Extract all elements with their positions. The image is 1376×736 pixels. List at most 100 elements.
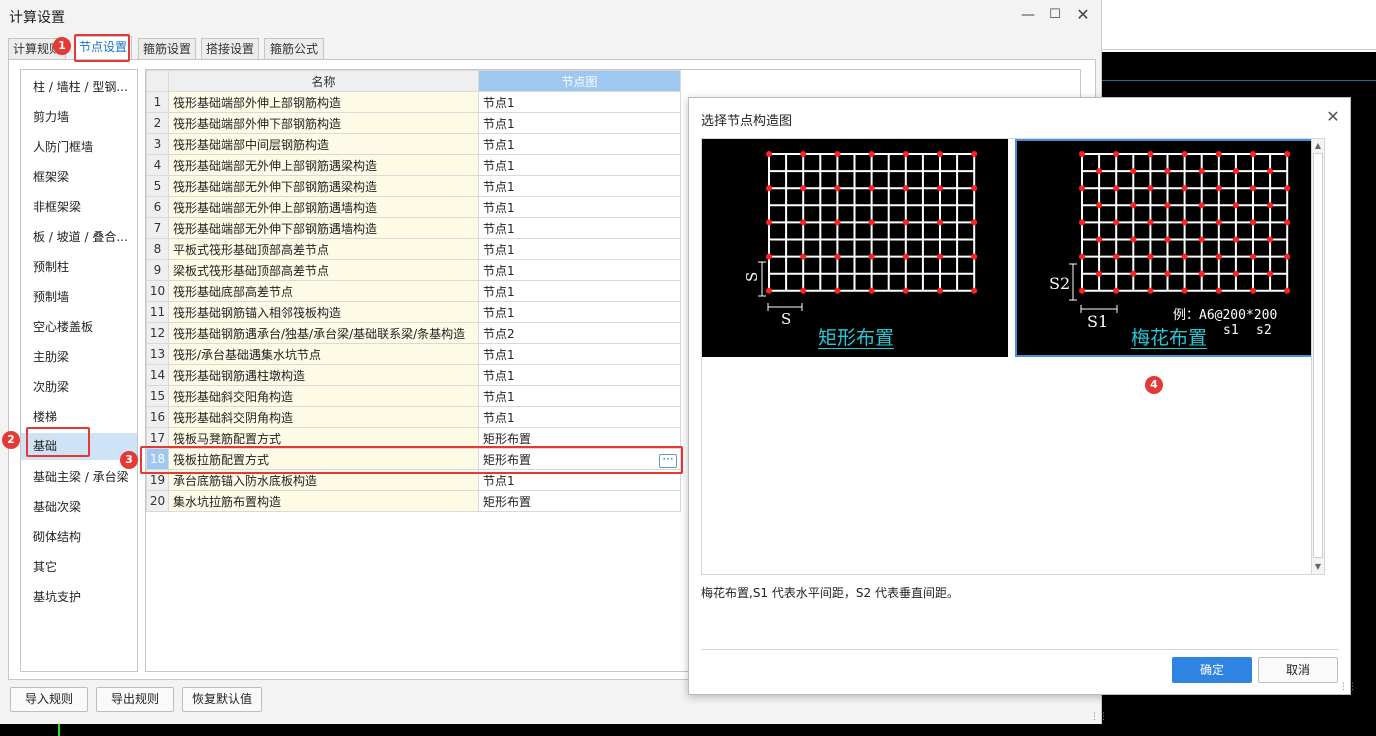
table-row[interactable]: 10 筏形基础底部高差节点 节点1 [146,280,681,302]
row-name-cell[interactable]: 集水坑拉筋布置构造 [168,490,479,512]
table-row[interactable]: 17 筏板马凳筋配置方式 矩形布置 [146,427,681,449]
rect-tie-point [834,185,841,192]
sidebar-item-main-rib-beam[interactable]: 主肋梁 [21,344,137,371]
table-row[interactable]: 9 梁板式筏形基础顶部高差节点 节点1 [146,259,681,281]
row-node-cell[interactable]: 矩形布置 ··· [478,448,681,470]
row-name-cell[interactable]: 筏形基础钢筋遇柱墩构造 [168,364,479,386]
table-row[interactable]: 14 筏形基础钢筋遇柱墩构造 节点1 [146,364,681,386]
row-name-cell[interactable]: 筏形基础斜交阴角构造 [168,406,479,428]
scrollbar-thumb[interactable] [1313,153,1323,558]
row-node-cell[interactable]: 节点1 [478,406,681,428]
tab-stirrup-settings[interactable]: 箍筋设置 [138,38,196,60]
row-node-cell[interactable]: 节点1 [478,91,681,113]
row-node-cell[interactable]: 节点1 [478,385,681,407]
row-node-cell[interactable]: 节点1 [478,217,681,239]
row-name-cell[interactable]: 筏形基础底部高差节点 [168,280,479,302]
table-row[interactable]: 11 筏形基础钢筋锚入相邻筏板构造 节点1 [146,301,681,323]
sidebar-item-precast-column[interactable]: 预制柱 [21,254,137,281]
table-row[interactable]: 8 平板式筏形基础顶部高差节点 节点1 [146,238,681,260]
sidebar-item-foundation-main-beam[interactable]: 基础主梁 / 承台梁 [21,464,137,491]
diagram-rectangular-option[interactable]: S S 矩形布置 [702,139,1008,357]
cancel-button[interactable]: 取消 [1258,657,1338,683]
row-name-cell[interactable]: 筏形基础端部外伸上部钢筋构造 [168,91,479,113]
table-row[interactable]: 5 筏形基础端部无外伸下部钢筋遇梁构造 节点1 [146,175,681,197]
row-node-cell[interactable]: 节点2 [478,322,681,344]
import-rules-button[interactable]: 导入规则 [10,687,88,712]
row-node-cell[interactable]: 节点1 [478,301,681,323]
row-name-cell[interactable]: 筏形基础端部外伸下部钢筋构造 [168,112,479,134]
row-node-cell[interactable]: 节点1 [478,112,681,134]
restore-defaults-button[interactable]: 恢复默认值 [182,687,262,712]
dialog-close-icon[interactable]: ✕ [1323,107,1343,126]
row-name-cell[interactable]: 筏形/承台基础遇集水坑节点 [168,343,479,365]
sidebar-item-frame-beam[interactable]: 框架梁 [21,164,137,191]
row-name-cell[interactable]: 筏形基础端部中间层钢筋构造 [168,133,479,155]
table-row[interactable]: 12 筏形基础钢筋遇承台/独基/承台梁/基础联系梁/条基构造 节点2 [146,322,681,344]
row-node-cell[interactable]: 节点1 [478,364,681,386]
table-row[interactable]: 7 筏形基础端部无外伸下部钢筋遇墙构造 节点1 [146,217,681,239]
export-rules-button[interactable]: 导出规则 [96,687,174,712]
table-row[interactable]: 2 筏形基础端部外伸下部钢筋构造 节点1 [146,112,681,134]
table-row[interactable]: 1 筏形基础端部外伸上部钢筋构造 节点1 [146,91,681,113]
row-name-cell[interactable]: 梁板式筏形基础顶部高差节点 [168,259,479,281]
sidebar-item-non-frame-beam[interactable]: 非框架梁 [21,194,137,221]
row-name-cell[interactable]: 筏形基础钢筋遇承台/独基/承台梁/基础联系梁/条基构造 [168,322,479,344]
row-node-cell[interactable]: 节点1 [478,154,681,176]
row-name-cell[interactable]: 承台底筋锚入防水底板构造 [168,469,479,491]
table-row[interactable]: 19 承台底筋锚入防水底板构造 节点1 [146,469,681,491]
row-name-cell[interactable]: 筏形基础端部无外伸下部钢筋遇梁构造 [168,175,479,197]
sidebar-item-precast-wall[interactable]: 预制墙 [21,284,137,311]
row-node-cell[interactable]: 矩形布置 [478,490,681,512]
table-row[interactable]: 20 集水坑拉筋布置构造 矩形布置 [146,490,681,512]
preview-scrollbar[interactable]: ▲ ▼ [1311,138,1325,575]
row-name-cell[interactable]: 筏形基础斜交阳角构造 [168,385,479,407]
table-row[interactable]: 13 筏形/承台基础遇集水坑节点 节点1 [146,343,681,365]
row-node-cell[interactable]: 节点1 [478,343,681,365]
sidebar-item-civil-defense-wall[interactable]: 人防门框墙 [21,134,137,161]
row-name-cell[interactable]: 筏形基础端部无外伸下部钢筋遇墙构造 [168,217,479,239]
table-row[interactable]: 3 筏形基础端部中间层钢筋构造 节点1 [146,133,681,155]
minimize-icon[interactable]: — [1018,5,1038,25]
sidebar-item-hollow-slab[interactable]: 空心楼盖板 [21,314,137,341]
row-name-cell[interactable]: 筏形基础端部无外伸上部钢筋遇梁构造 [168,154,479,176]
table-row[interactable]: 6 筏形基础端部无外伸上部钢筋遇墙构造 节点1 [146,196,681,218]
table-row[interactable]: 4 筏形基础端部无外伸上部钢筋遇梁构造 节点1 [146,154,681,176]
table-row[interactable]: 15 筏形基础斜交阳角构造 节点1 [146,385,681,407]
close-icon[interactable]: ✕ [1073,5,1093,25]
scroll-up-icon[interactable]: ▲ [1312,140,1324,152]
tab-lap-settings[interactable]: 搭接设置 [201,38,259,60]
sidebar-item-column[interactable]: 柱 / 墙柱 / 型钢... [21,74,137,101]
sidebar-item-shear-wall[interactable]: 剪力墙 [21,104,137,131]
sidebar-item-other[interactable]: 其它 [21,554,137,581]
sidebar-item-slab[interactable]: 板 / 坡道 / 叠合... [21,224,137,251]
row-node-cell[interactable]: 节点1 [478,259,681,281]
row-name-cell[interactable]: 筏形基础端部无外伸上部钢筋遇墙构造 [168,196,479,218]
row-name-cell[interactable]: 筏板马凳筋配置方式 [168,427,479,449]
scroll-down-icon[interactable]: ▼ [1312,561,1324,573]
row-node-cell[interactable]: 节点1 [478,133,681,155]
diagram-plum-option[interactable]: S2 S1 例：A6@200*200 s1 s2 梅花布置 [1015,139,1321,357]
resize-grip-icon[interactable]: ⋮⋮ [1090,712,1108,722]
row-node-cell[interactable]: 节点1 [478,469,681,491]
sidebar-item-stairs[interactable]: 楼梯 [21,404,137,431]
row-name-cell[interactable]: 筏形基础钢筋锚入相邻筏板构造 [168,301,479,323]
sidebar-item-masonry[interactable]: 砌体结构 [21,524,137,551]
table-row[interactable]: 16 筏形基础斜交阴角构造 节点1 [146,406,681,428]
row-name-cell[interactable]: 平板式筏形基础顶部高差节点 [168,238,479,260]
row-name-cell[interactable]: 筏板拉筋配置方式 [168,448,479,470]
more-options-icon[interactable]: ··· [659,453,677,468]
sidebar-item-secondary-rib-beam[interactable]: 次肋梁 [21,374,137,401]
row-node-cell[interactable]: 节点1 [478,280,681,302]
dialog-resize-grip-icon[interactable]: ⋮⋮ [1339,682,1357,692]
row-node-cell[interactable]: 节点1 [478,175,681,197]
tab-node-settings[interactable]: 节点设置 [74,36,132,61]
maximize-icon[interactable]: ☐ [1045,5,1065,25]
row-node-cell[interactable]: 节点1 [478,196,681,218]
sidebar-item-foundation-secondary-beam[interactable]: 基础次梁 [21,494,137,521]
table-row[interactable]: 18 筏板拉筋配置方式 矩形布置 ··· [146,448,681,470]
row-node-cell[interactable]: 矩形布置 [478,427,681,449]
sidebar-item-pit-support[interactable]: 基坑支护 [21,584,137,611]
row-node-cell[interactable]: 节点1 [478,238,681,260]
ok-button[interactable]: 确定 [1172,657,1252,683]
tab-stirrup-formula[interactable]: 箍筋公式 [264,38,324,60]
